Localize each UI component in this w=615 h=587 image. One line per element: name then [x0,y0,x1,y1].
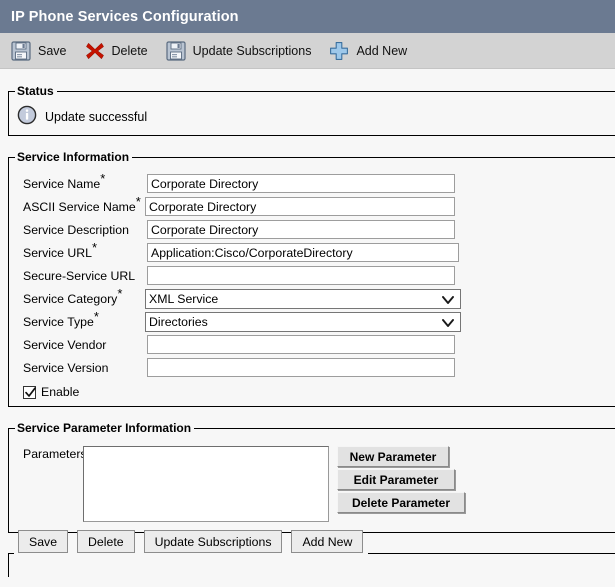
service-name-label: Service Name* [23,170,106,191]
field-row-service-description: Service Description [15,218,615,241]
bottom-button-bar: Save Delete Update Subscriptions Add New [8,530,615,577]
red-x-icon [85,41,105,61]
enable-label: Enable [41,385,80,399]
service-description-label: Service Description [23,222,129,237]
service-category-label: Service Category* [23,285,123,306]
service-type-select[interactable]: Directories [145,311,461,332]
toolbar-save-label: Save [38,43,67,58]
enable-row: Enable [15,381,615,403]
service-url-label: Service URL* [23,239,98,260]
new-parameter-button[interactable]: New Parameter [337,446,449,467]
service-information-section: Service Information Service Name* ASCII … [8,150,615,407]
toolbar-save-button[interactable]: Save [11,40,67,61]
parameter-buttons-group: New Parameter Edit Parameter Delete Para… [337,446,465,515]
service-type-label: Service Type* [23,308,99,329]
ascii-service-name-label: ASCII Service Name* [23,193,141,214]
toolbar-add-new-button[interactable]: Add New [329,41,407,61]
secure-service-url-label: Secure-Service URL [23,268,136,283]
field-row-service-type: Service Type* Directories [15,308,615,333]
bottom-button-legend: Save Delete Update Subscriptions Add New [14,530,368,565]
service-parameter-information-legend: Service Parameter Information [17,421,192,435]
bottom-add-new-button[interactable]: Add New [291,530,364,553]
bottom-delete-button[interactable]: Delete [77,530,135,553]
toolbar-update-subscriptions-button[interactable]: Update Subscriptions [166,40,312,61]
field-row-ascii-service-name: ASCII Service Name* [15,193,615,218]
field-row-service-category: Service Category* XML Service [15,285,615,310]
service-version-input[interactable] [147,358,455,377]
info-icon [17,105,37,128]
page-title: IP Phone Services Configuration [11,8,239,25]
service-description-input[interactable] [147,220,455,239]
toolbar-update-subscriptions-label: Update Subscriptions [192,43,312,58]
field-row-service-url: Service URL* [15,239,615,264]
field-row-secure-service-url: Secure-Service URL [15,264,615,287]
field-row-service-version: Service Version [15,356,615,379]
status-row: Update successful [9,98,615,128]
plus-icon [329,41,349,61]
parameters-label: Parameters [23,447,87,461]
status-message: Update successful [45,109,148,124]
toolbar-add-new-label: Add New [356,43,408,58]
edit-parameter-button[interactable]: Edit Parameter [337,469,455,490]
enable-checkbox[interactable] [23,385,36,399]
service-url-input[interactable] [147,243,459,262]
service-name-input[interactable] [147,174,455,193]
field-row-service-name: Service Name* [15,170,615,195]
ascii-service-name-input[interactable] [145,197,455,216]
field-row-service-vendor: Service Vendor [15,333,615,356]
floppy-disk-icon [11,40,31,61]
top-toolbar: Save Delete Update Subscriptions Add New [0,33,615,69]
service-category-select[interactable]: XML Service [145,288,461,309]
parameters-listbox[interactable] [83,446,329,522]
delete-parameter-button[interactable]: Delete Parameter [337,492,465,513]
bottom-update-subscriptions-button[interactable]: Update Subscriptions [143,530,283,553]
status-section: Status Update successful [8,84,615,136]
toolbar-delete-label: Delete [111,43,148,58]
service-vendor-label: Service Vendor [23,337,107,352]
toolbar-delete-button[interactable]: Delete [85,41,148,61]
service-vendor-input[interactable] [147,335,455,354]
status-legend: Status [17,84,54,98]
service-information-legend: Service Information [17,150,130,164]
service-version-label: Service Version [23,360,109,375]
window-title-bar: IP Phone Services Configuration [0,0,615,33]
bottom-save-button[interactable]: Save [18,530,69,553]
floppy-disk-icon [166,40,186,61]
service-parameter-information-section: Service Parameter Information Parameters… [8,421,615,533]
secure-service-url-input[interactable] [147,266,455,285]
checkmark-icon [25,386,36,397]
